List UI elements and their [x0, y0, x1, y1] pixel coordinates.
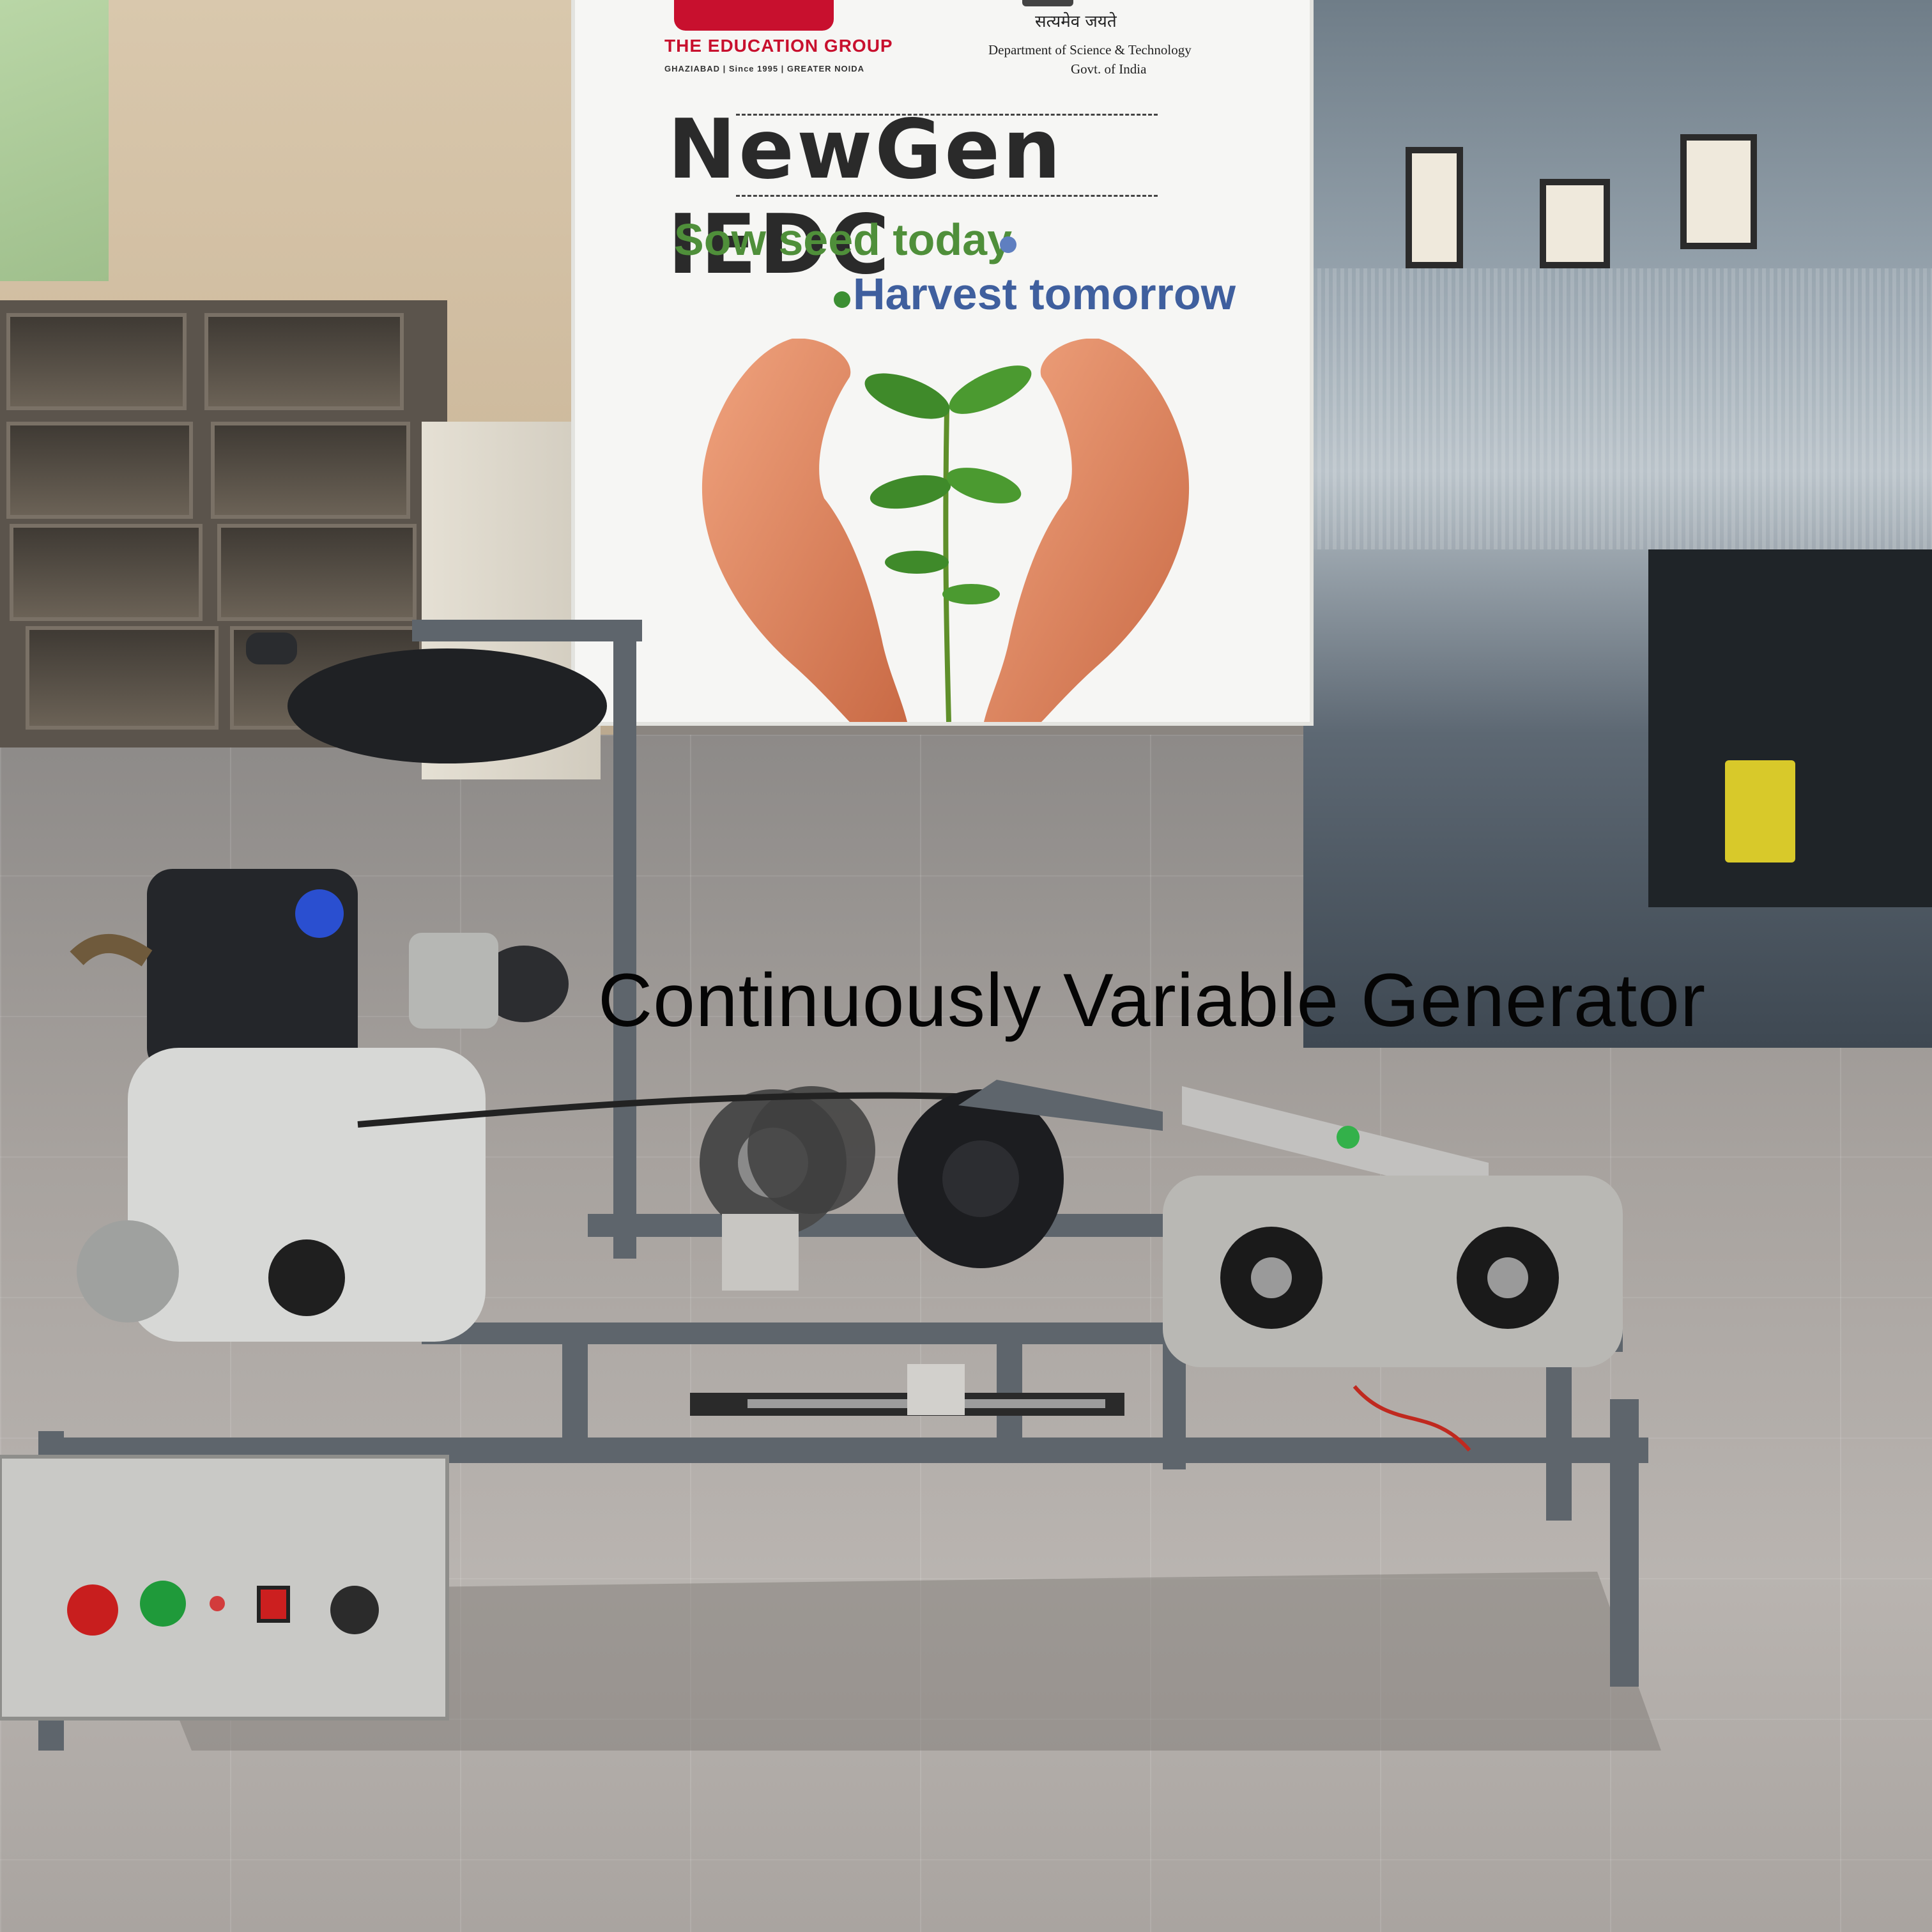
logo-mark — [674, 0, 834, 31]
cabinet-door — [6, 422, 193, 519]
image-caption: Continuously Variable Generator — [598, 957, 1706, 1044]
emblem-icon — [1022, 0, 1073, 6]
lead-screw-carriage — [907, 1364, 965, 1415]
driven-pulley — [747, 1086, 875, 1214]
pulley-bracket — [722, 1214, 799, 1291]
alternator-face — [942, 1140, 1019, 1217]
crankcase-cap — [268, 1239, 345, 1316]
department-name: Department of Science & Technology — [988, 42, 1192, 58]
terminal-block — [1337, 1126, 1360, 1149]
fuel-tank — [288, 648, 607, 763]
divider-bottom — [736, 195, 1158, 197]
control-panel — [0, 1457, 447, 1719]
government-name: Govt. of India — [1071, 61, 1146, 77]
motto-text: सत्यमेव जयते — [1035, 9, 1117, 32]
green-wall-panel — [0, 0, 109, 281]
green-push-button — [140, 1581, 186, 1627]
cabinet-door — [211, 422, 410, 519]
leaf — [943, 461, 1025, 510]
roller-hub — [1487, 1257, 1528, 1298]
frosted-glass-band — [1310, 268, 1932, 549]
leaf — [868, 470, 953, 514]
carburetor — [409, 933, 498, 1029]
indicator-light — [210, 1596, 225, 1611]
yellow-bin — [1725, 760, 1795, 862]
generator-test-rig — [0, 601, 1725, 1751]
black-knob — [330, 1586, 379, 1634]
slogan-sow: Sow seed today — [674, 214, 1012, 265]
leaf — [859, 364, 956, 429]
bullet-dot — [1000, 236, 1016, 253]
engine — [77, 632, 607, 1342]
cabinet-door — [6, 313, 187, 410]
cabinet-door — [204, 313, 404, 410]
wall-frame — [1540, 179, 1610, 268]
wall-frame — [1680, 134, 1757, 249]
photo-scene: THE EDUCATION GROUP GHAZIABAD | Since 19… — [0, 0, 1932, 1932]
bullet-dot — [834, 291, 850, 308]
fuel-cap — [246, 632, 297, 664]
oil-cap — [295, 889, 344, 938]
logo-tagline: GHAZIABAD | Since 1995 | GREATER NOIDA — [664, 64, 864, 73]
exhaust-pipe — [77, 944, 147, 958]
rocker-switch — [259, 1588, 288, 1621]
starter-housing — [77, 1220, 179, 1322]
leaf — [943, 356, 1038, 424]
wall-frame — [1406, 147, 1463, 268]
roller-hub — [1251, 1257, 1292, 1298]
logo-name: THE EDUCATION GROUP — [664, 36, 893, 56]
slogan-harvest: Harvest tomorrow — [853, 268, 1236, 319]
leaf — [885, 551, 949, 574]
red-push-button — [67, 1584, 118, 1636]
